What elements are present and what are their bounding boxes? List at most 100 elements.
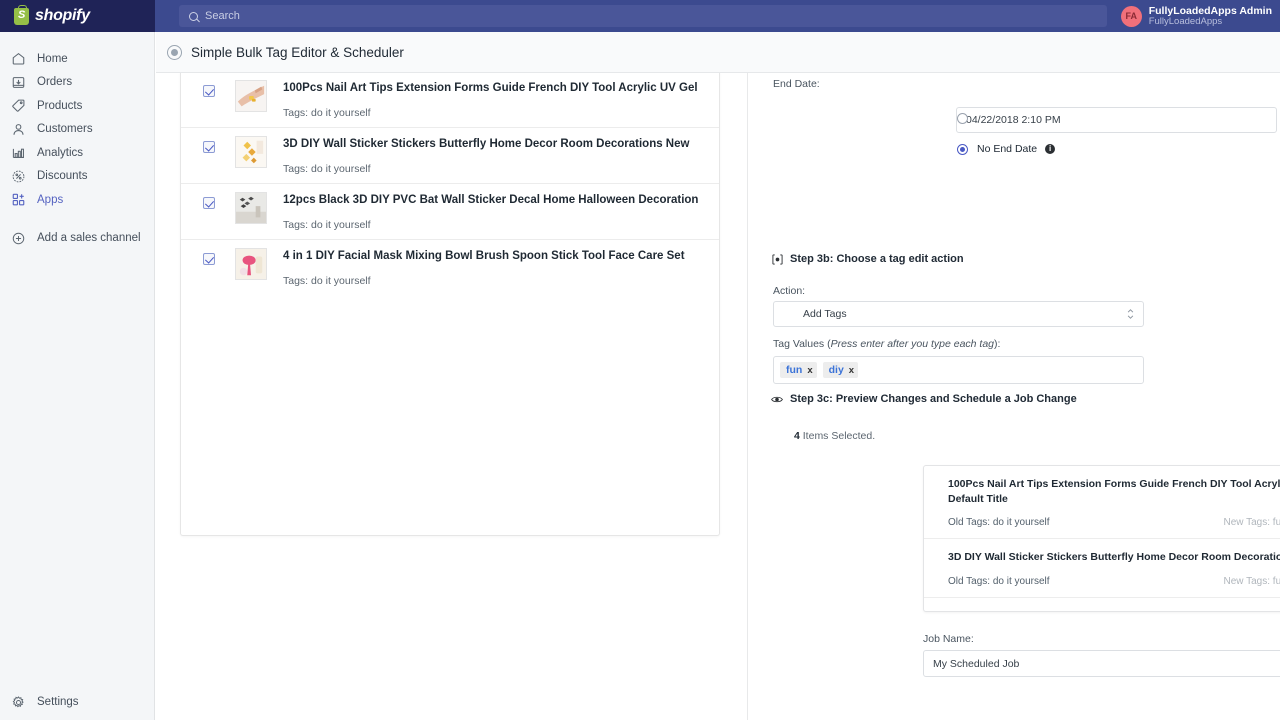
product-checkbox[interactable] — [203, 141, 215, 153]
app-circle-icon — [167, 45, 182, 60]
product-tags: Tags: do it yourself — [283, 275, 685, 287]
tag-values-input[interactable]: fun x diy x — [773, 356, 1144, 384]
nail-art-thumb — [235, 80, 267, 112]
step-3c-title: Step 3c: Preview Changes and Schedule a … — [790, 393, 1077, 405]
tag-icon — [10, 98, 26, 114]
items-selected-suffix: Items Selected. — [803, 430, 875, 442]
action-label: Action: — [773, 285, 805, 297]
tag-chip-fun[interactable]: fun x — [780, 362, 817, 378]
preview-changes-card[interactable]: 100Pcs Nail Art Tips Extension Forms Gui… — [923, 465, 1280, 612]
sidebar-item-home[interactable]: Home — [0, 47, 154, 71]
action-select[interactable]: Add Tags — [773, 301, 1144, 327]
store-name: FullyLoadedApps — [1149, 17, 1272, 28]
info-icon[interactable]: i — [1045, 144, 1055, 154]
eye-icon — [771, 393, 783, 405]
end-date-input[interactable]: 04/22/2018 2:10 PM — [956, 107, 1277, 133]
product-checkbox[interactable] — [203, 85, 215, 97]
product-row[interactable]: 100Pcs Nail Art Tips Extension Forms Gui… — [181, 72, 719, 128]
product-title: 4 in 1 DIY Facial Mask Mixing Bowl Brush… — [283, 249, 685, 264]
sidebar-item-label: Discounts — [37, 170, 88, 182]
step-3b-title: Step 3b: Choose a tag edit action — [790, 253, 964, 265]
sidebar-item-label: Products — [37, 100, 82, 112]
product-checkbox[interactable] — [203, 253, 215, 265]
sidebar-item-analytics[interactable]: Analytics — [0, 141, 154, 165]
sidebar-item-add-sales-channel[interactable]: Add a sales channel — [0, 227, 154, 251]
preview-title: 100Pcs Nail Art Tips Extension Forms Gui… — [948, 477, 1280, 507]
preview-new-tags: New Tags: fun,diy,do it yourself — [1224, 517, 1280, 528]
product-title: 100Pcs Nail Art Tips Extension Forms Gui… — [283, 81, 698, 96]
search-placeholder: Search — [205, 10, 240, 22]
sidebar-item-customers[interactable]: Customers — [0, 118, 154, 142]
tag-remove-icon[interactable]: x — [849, 365, 854, 376]
tag-chip-diy[interactable]: diy x — [823, 362, 858, 378]
preview-row: 3D DIY Wall Sticker Stickers Butterfly H… — [924, 539, 1280, 597]
sidebar-item-label: Settings — [37, 696, 79, 708]
tag-chip-label: diy — [829, 364, 844, 376]
orders-icon — [10, 74, 26, 90]
sidebar-item-label: Customers — [37, 123, 93, 135]
step-3b-icon — [771, 253, 783, 265]
sidebar-item-label: Orders — [37, 76, 72, 88]
wall-sticker-thumb — [235, 136, 267, 168]
facial-mask-thumb — [235, 248, 267, 280]
product-row[interactable]: 12pcs Black 3D DIY PVC Bat Wall Sticker … — [181, 184, 719, 240]
tag-remove-icon[interactable]: x — [807, 365, 812, 376]
end-date-value: 04/22/2018 2:10 PM — [966, 114, 1061, 126]
product-title: 12pcs Black 3D DIY PVC Bat Wall Sticker … — [283, 193, 698, 208]
no-end-date-radio[interactable] — [957, 144, 968, 155]
preview-title: 12pcs Black 3D DIY PVC Bat Wall Sticker … — [948, 609, 1280, 612]
chevron-updown-icon — [1127, 309, 1134, 319]
sidebar-item-label: Home — [37, 53, 68, 65]
preview-old-tags: Old Tags: do it yourself — [948, 576, 1050, 587]
page-header: Simple Bulk Tag Editor & Scheduler — [156, 32, 1280, 73]
end-date-label: End Date: — [773, 78, 820, 90]
shopify-wordmark: shopify — [35, 7, 90, 25]
sidebar-item-products[interactable]: Products — [0, 94, 154, 118]
preview-title: 3D DIY Wall Sticker Stickers Butterfly H… — [948, 550, 1280, 565]
avatar: FA — [1121, 6, 1142, 27]
product-title: 3D DIY Wall Sticker Stickers Butterfly H… — [283, 137, 689, 152]
tag-values-label: Tag Values (Press enter after you type e… — [773, 338, 1000, 350]
product-checkbox[interactable] — [203, 197, 215, 209]
sidebar-item-orders[interactable]: Orders — [0, 71, 154, 95]
tag-values-label-hint: Press enter after you type each tag — [831, 338, 994, 350]
sidebar-item-label: Analytics — [37, 147, 83, 159]
global-search-bar[interactable]: Search — [179, 5, 1107, 27]
gear-icon — [10, 694, 26, 710]
column-divider — [747, 73, 748, 720]
tag-values-label-suffix: ): — [994, 338, 1000, 350]
no-end-date-option[interactable]: No End Date i — [957, 143, 1055, 155]
search-icon — [189, 12, 198, 21]
end-date-radio[interactable] — [957, 113, 968, 124]
sidebar: Home Orders Products — [0, 32, 155, 720]
preview-row: 12pcs Black 3D DIY PVC Bat Wall Sticker … — [924, 598, 1280, 612]
shopify-brand-logo[interactable]: shopify — [0, 0, 155, 32]
job-name-value: My Scheduled Job — [933, 658, 1019, 670]
sidebar-item-label: Add a sales channel — [37, 232, 141, 244]
scheduler-form: End Date: 04/22/2018 2:10 PM No End Date… — [772, 73, 1272, 720]
sidebar-item-apps[interactable]: Apps — [0, 188, 154, 212]
items-selected: 4 Items Selected. — [794, 430, 875, 442]
user-menu[interactable]: FA FullyLoadedApps Admin FullyLoadedApps — [1111, 0, 1280, 32]
sidebar-item-discounts[interactable]: Discounts — [0, 165, 154, 189]
product-list-card: 100Pcs Nail Art Tips Extension Forms Gui… — [180, 72, 720, 536]
sidebar-item-settings[interactable]: Settings — [0, 691, 154, 715]
discount-icon — [10, 168, 26, 184]
product-row[interactable]: 4 in 1 DIY Facial Mask Mixing Bowl Brush… — [181, 240, 719, 295]
job-name-input[interactable]: My Scheduled Job — [923, 650, 1280, 677]
job-name-label: Job Name: — [923, 633, 974, 645]
main-canvas: 100Pcs Nail Art Tips Extension Forms Gui… — [156, 73, 1280, 720]
preview-new-tags: New Tags: fun,diy,do it yourself — [1224, 576, 1280, 587]
page-title: Simple Bulk Tag Editor & Scheduler — [191, 45, 404, 60]
preview-row: 100Pcs Nail Art Tips Extension Forms Gui… — [924, 466, 1280, 539]
person-icon — [10, 121, 26, 137]
step-3b-heading: Step 3b: Choose a tag edit action — [771, 253, 964, 265]
tag-values-label-prefix: Tag Values ( — [773, 338, 831, 350]
home-icon — [10, 51, 26, 67]
user-name: FullyLoadedApps Admin — [1149, 5, 1272, 17]
bar-chart-icon — [10, 145, 26, 161]
product-tags: Tags: do it yourself — [283, 163, 689, 175]
action-value: Add Tags — [783, 308, 847, 320]
apps-grid-icon — [10, 192, 26, 208]
product-row[interactable]: 3D DIY Wall Sticker Stickers Butterfly H… — [181, 128, 719, 184]
